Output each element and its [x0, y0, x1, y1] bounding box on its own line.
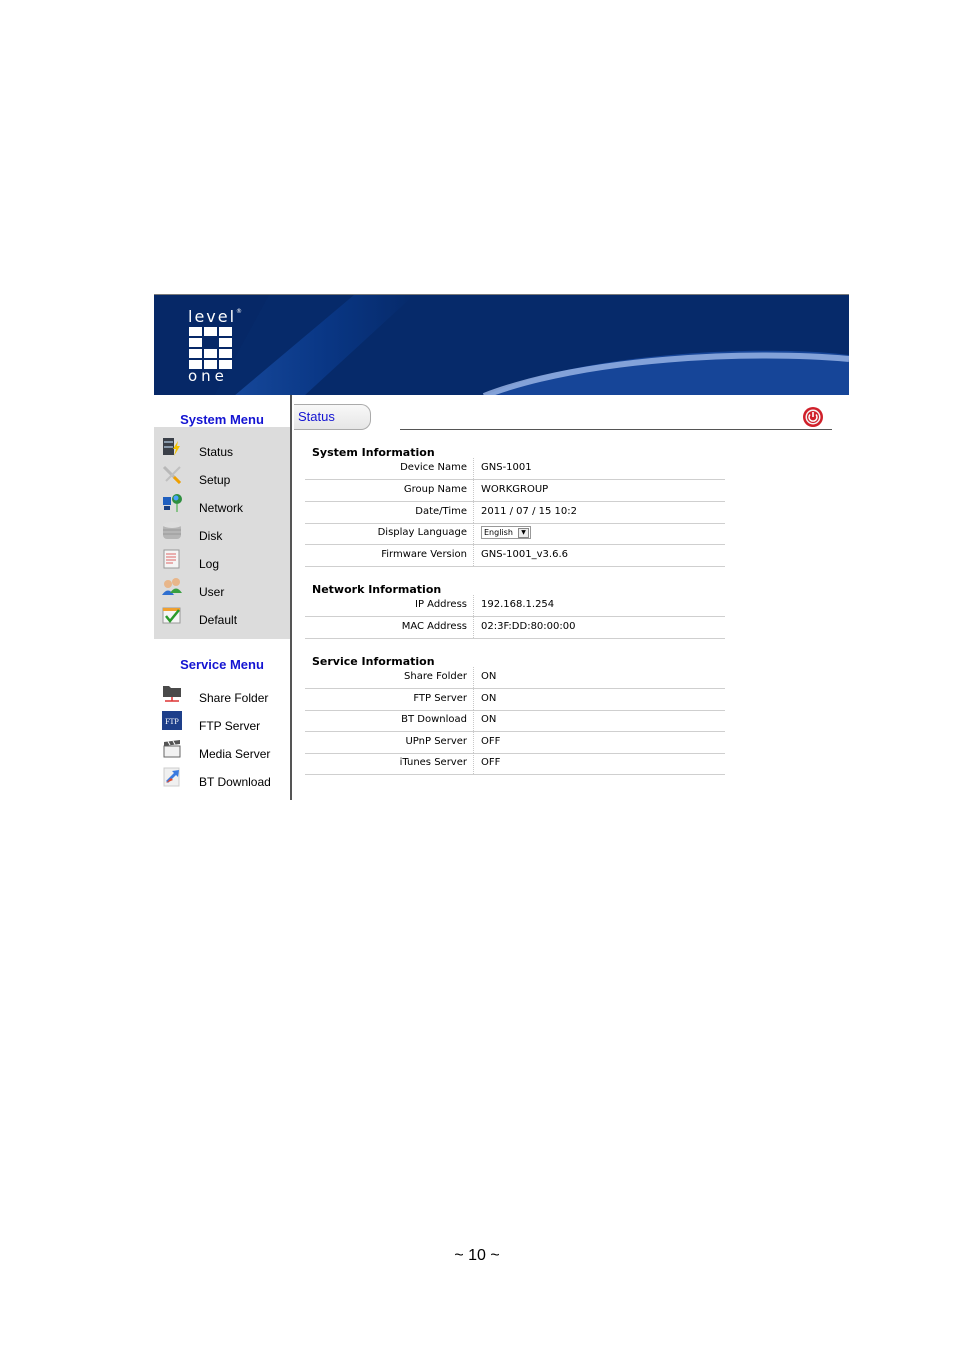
bt-download-icon — [163, 767, 180, 787]
tab-status-label: Status — [298, 409, 335, 424]
row-key: Firmware Version — [381, 549, 467, 560]
table-row: UPnP Server OFF — [305, 732, 725, 754]
table-row: Device Name GNS-1001 — [305, 458, 725, 480]
sidebar-item-label: Share Folder — [199, 691, 269, 705]
sidebar-item-label: Default — [199, 613, 238, 627]
table-row: Display Language English ▼ — [305, 523, 725, 545]
setup-tools-icon — [162, 465, 182, 485]
system-menu-panel: Status Setup Network Disk Log User Defau… — [154, 427, 290, 639]
row-value: WORKGROUP — [481, 484, 549, 495]
sidebar-item-log[interactable]: Log — [154, 549, 290, 577]
sidebar-item-network[interactable]: Network — [154, 493, 290, 521]
media-clapper-icon — [163, 740, 181, 758]
table-row: Group Name WORKGROUP — [305, 480, 725, 502]
sidebar-item-label: Media Server — [199, 747, 271, 761]
row-value: GNS-1001_v3.6.6 — [481, 549, 568, 560]
banner-graphic — [154, 295, 849, 395]
table-row: IP Address 192.168.1.254 — [305, 595, 725, 617]
sidebar-item-label: Network — [199, 501, 244, 515]
sidebar-item-label: FTP Server — [199, 719, 261, 733]
sidebar-item-share-folder[interactable]: Share Folder — [154, 683, 290, 711]
table-row: MAC Address 02:3F:DD:80:00:00 — [305, 617, 725, 639]
power-icon[interactable] — [802, 406, 824, 428]
tab-status[interactable]: Status — [294, 404, 371, 430]
table-row: iTunes Server OFF — [305, 753, 725, 775]
ftp-icon: FTP — [162, 711, 182, 730]
page-number: ~ 10 ~ — [454, 1247, 500, 1264]
table-row: Date/Time 2011 / 07 / 15 10:2 — [305, 502, 725, 524]
sidebar-item-label: Status — [199, 445, 234, 459]
tab-divider — [400, 429, 832, 430]
system-menu-title: System Menu — [180, 412, 264, 427]
row-key: MAC Address — [401, 621, 467, 632]
row-key: UPnP Server — [405, 736, 467, 747]
row-key: Display Language — [377, 527, 467, 538]
sidebar-item-label: Log — [199, 557, 220, 571]
display-language-select[interactable]: English ▼ — [481, 526, 531, 539]
sidebar-item-media-server[interactable]: Media Server — [154, 739, 290, 767]
sidebar-item-default[interactable]: Default — [154, 605, 290, 633]
row-key: IP Address — [415, 599, 467, 610]
row-value: GNS-1001 — [481, 462, 532, 473]
row-value: 192.168.1.254 — [481, 599, 555, 610]
sidebar-item-disk[interactable]: Disk — [154, 521, 290, 549]
nas-status-screenshot: level ® one System Menu Status Setup Net… — [154, 294, 849, 800]
main-content: Status System Information Device Name GN… — [292, 395, 849, 800]
row-value: ON — [481, 671, 497, 682]
ftp-icon-text: FTP — [165, 717, 179, 726]
row-value: ON — [481, 714, 497, 725]
banner-diagonal — [235, 295, 414, 395]
table-row: BT Download ON — [305, 710, 725, 732]
sidebar-item-status[interactable]: Status — [154, 437, 290, 465]
logo-level-text: level — [188, 307, 237, 326]
sidebar-item-label: BT Download — [199, 775, 271, 789]
default-check-icon — [162, 607, 181, 624]
row-value: 2011 / 07 / 15 10:2 — [481, 506, 577, 517]
sidebar-item-ftp-server[interactable]: FTP FTP Server — [154, 711, 290, 739]
logo-registered-mark: ® — [236, 308, 244, 315]
table-row: FTP Server ON — [305, 689, 725, 711]
chevron-down-icon[interactable]: ▼ — [518, 528, 529, 538]
network-icon — [163, 494, 182, 512]
sidebar: System Menu Status Setup Network Disk Lo… — [154, 395, 292, 800]
log-icon — [163, 549, 180, 569]
row-key: Share Folder — [404, 671, 467, 682]
sidebar-item-setup[interactable]: Setup — [154, 465, 290, 493]
row-key: FTP Server — [413, 693, 467, 704]
row-key: Group Name — [403, 484, 467, 495]
header-banner: level ® one — [154, 294, 849, 395]
sidebar-item-bt-download[interactable]: BT Download — [154, 767, 290, 795]
table-row: Share Folder ON — [305, 667, 725, 689]
sidebar-item-user[interactable]: User — [154, 577, 290, 605]
logo-one-text: one — [188, 367, 228, 385]
row-value: 02:3F:DD:80:00:00 — [481, 621, 576, 632]
row-key: BT Download — [401, 714, 467, 725]
row-key: Device Name — [400, 462, 467, 473]
share-folder-icon — [163, 686, 181, 702]
table-row: Firmware Version GNS-1001_v3.6.6 — [305, 545, 725, 567]
row-value: ON — [481, 693, 497, 704]
sidebar-item-label: User — [199, 585, 225, 599]
row-key: iTunes Server — [399, 757, 467, 768]
row-key: Date/Time — [415, 506, 467, 517]
display-language-value: English — [484, 528, 513, 537]
row-value: OFF — [481, 736, 501, 747]
disk-icon — [163, 522, 181, 539]
status-icon — [163, 438, 180, 456]
row-value: OFF — [481, 757, 501, 768]
users-icon — [162, 578, 182, 595]
sidebar-item-label: Setup — [199, 473, 231, 487]
sidebar-item-label: Disk — [199, 529, 223, 543]
service-menu-title: Service Menu — [180, 657, 264, 672]
levelone-logo-icon — [189, 327, 232, 369]
